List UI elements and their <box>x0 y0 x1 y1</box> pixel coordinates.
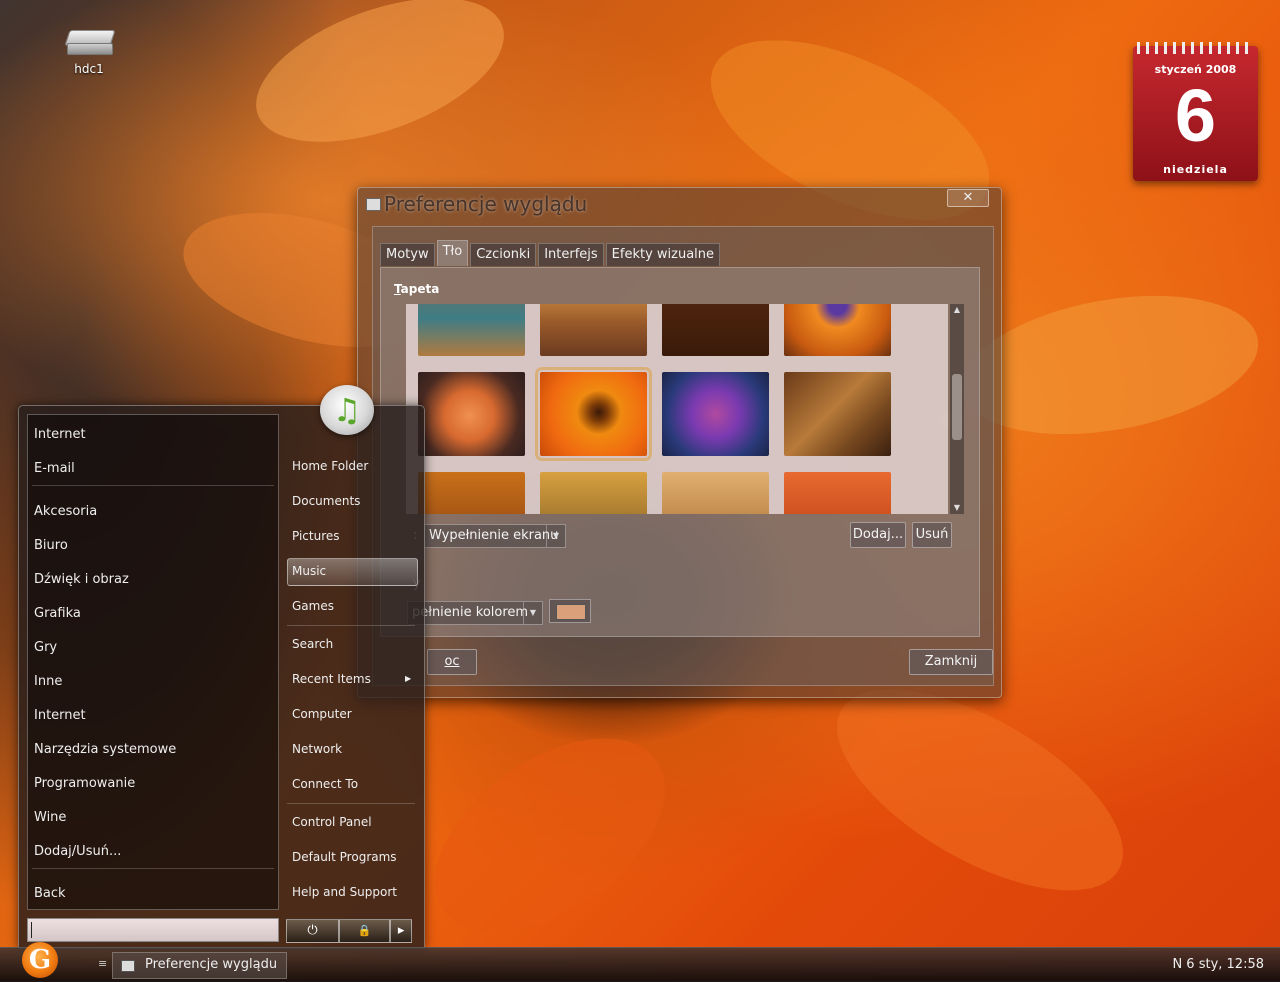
wallpaper-thumb[interactable] <box>540 472 647 514</box>
chevron-down-icon: ▼ <box>523 602 542 624</box>
menu-item-wine[interactable]: Wine <box>34 810 66 825</box>
window-title: Preferencje wyglądu <box>384 192 588 216</box>
window-icon <box>366 198 381 211</box>
taskbar: G ≡ Preferencje wyglądu N 6 sty, 12:58 <box>0 942 1280 982</box>
start-menu: Internet E-mail Akcesoria Biuro Dźwięk i… <box>18 405 425 949</box>
scrollbar-thumb[interactable] <box>952 374 962 440</box>
scroll-down-icon[interactable]: ▼ <box>950 502 964 514</box>
start-button-logo-icon[interactable]: G <box>22 942 58 978</box>
wallpaper-style-value: Wypełnienie ekranu <box>429 528 559 543</box>
submenu-arrow-icon: ▶ <box>405 674 412 683</box>
menu-item-system-tools[interactable]: Narzędzia systemowe <box>34 742 176 757</box>
place-help-support[interactable]: Help and Support <box>292 885 397 899</box>
menu-item-graphics[interactable]: Grafika <box>34 606 81 621</box>
add-wallpaper-button[interactable]: Dodaj... <box>850 522 906 548</box>
place-music[interactable]: Music <box>292 564 326 578</box>
color-fill-combo[interactable]: pełnienie kolorem ▼ <box>407 601 543 625</box>
menu-separator <box>32 485 274 486</box>
gallery-scrollbar[interactable]: ▲ ▼ <box>950 304 964 514</box>
taskbar-handle-icon[interactable]: ≡ <box>98 957 107 970</box>
window-close-button[interactable]: ✕ <box>947 189 989 207</box>
wallpaper-gallery[interactable] <box>406 304 948 514</box>
menu-separator <box>287 803 415 804</box>
color-picker-button[interactable] <box>549 599 591 623</box>
chevron-down-icon: ▼ <box>546 525 565 547</box>
taskbar-task-appearance[interactable]: Preferencje wyglądu <box>112 952 287 979</box>
harddisk-icon <box>64 30 116 56</box>
tab-theme[interactable]: Motyw <box>380 243 435 266</box>
wallpaper-thumb[interactable] <box>784 472 891 514</box>
wallpaper-thumb[interactable] <box>418 372 525 456</box>
menu-item-back[interactable]: Back <box>34 886 66 901</box>
place-connect-to[interactable]: Connect To <box>292 777 358 791</box>
tab-fonts[interactable]: Czcionki <box>470 243 537 266</box>
menu-item-games[interactable]: Gry <box>34 640 57 655</box>
window-titlebar[interactable]: Preferencje wyglądu ✕ <box>358 188 1001 222</box>
menu-item-sound-video[interactable]: Dźwięk i obraz <box>34 572 129 587</box>
wallpaper-thumb[interactable] <box>540 304 647 356</box>
menu-item-other[interactable]: Inne <box>34 674 62 689</box>
menu-item-accessories[interactable]: Akcesoria <box>34 504 97 519</box>
color-fill-value: pełnienie kolorem <box>412 605 529 620</box>
menu-separator <box>287 625 415 626</box>
tab-bar: Motyw Tło Czcionki Interfejs Efekty wizu… <box>380 240 722 266</box>
place-control-panel[interactable]: Control Panel <box>292 815 372 829</box>
start-search-input[interactable] <box>27 918 279 942</box>
help-button[interactable]: oc <box>427 649 477 675</box>
wallpaper-thumb[interactable] <box>418 304 525 356</box>
wallpaper-thumb[interactable] <box>662 472 769 514</box>
place-network[interactable]: Network <box>292 742 342 756</box>
taskbar-task-label: Preferencje wyglądu <box>145 957 278 972</box>
text-caret <box>31 922 32 938</box>
color-swatch <box>556 604 586 620</box>
place-default-programs[interactable]: Default Programs <box>292 850 397 864</box>
wallpaper-style-combo[interactable]: Wypełnienie ekranu ▼ <box>424 524 566 548</box>
wallpaper-section-label: Tapeta <box>394 282 440 296</box>
menu-item-email[interactable]: E-mail <box>34 461 75 476</box>
calendar-rings <box>1137 42 1254 54</box>
menu-item-office[interactable]: Biuro <box>34 538 68 553</box>
calendar-weekday: niedziela <box>1163 163 1228 176</box>
close-button[interactable]: Zamknij <box>909 649 993 675</box>
place-home-folder[interactable]: Home Folder <box>292 459 368 473</box>
remove-wallpaper-button[interactable]: Usuń <box>912 522 952 548</box>
power-button-group: ⏻ 🔒 ▸ <box>286 919 412 943</box>
desktop-icon-label: hdc1 <box>74 62 104 76</box>
start-menu-left-pane: Internet E-mail Akcesoria Biuro Dźwięk i… <box>27 414 279 910</box>
wallpaper-thumb[interactable] <box>662 372 769 456</box>
more-options-icon[interactable]: ▸ <box>390 919 412 943</box>
wallpaper-thumb[interactable] <box>784 304 891 356</box>
menu-item-internet-category[interactable]: Internet <box>34 708 86 723</box>
menu-separator <box>32 868 274 869</box>
tab-interface[interactable]: Interfejs <box>538 243 604 266</box>
window-body: Motyw Tło Czcionki Interfejs Efekty wizu… <box>372 226 994 686</box>
tab-background[interactable]: Tło <box>436 240 469 266</box>
place-computer[interactable]: Computer <box>292 707 352 721</box>
tab-visual-effects[interactable]: Efekty wizualne <box>605 243 721 266</box>
music-note-icon: ♫ <box>320 385 374 435</box>
wallpaper-thumb-selected[interactable] <box>535 367 652 461</box>
place-recent-items[interactable]: Recent Items <box>292 672 371 686</box>
place-games[interactable]: Games <box>292 599 334 613</box>
calendar-day: 6 <box>1174 74 1217 157</box>
lock-icon[interactable]: 🔒 <box>339 919 391 943</box>
wallpaper-thumb[interactable] <box>662 304 769 356</box>
place-search[interactable]: Search <box>292 637 333 651</box>
menu-item-programming[interactable]: Programowanie <box>34 776 135 791</box>
background-tab-panel: Tapeta ▲ ▼ : W <box>380 267 980 637</box>
window-icon <box>121 960 135 972</box>
power-icon[interactable]: ⏻ <box>286 919 340 943</box>
menu-item-add-remove[interactable]: Dodaj/Usuń... <box>34 844 121 859</box>
desktop-icon-hdc1[interactable]: hdc1 <box>60 30 118 76</box>
appearance-preferences-window: Preferencje wyglądu ✕ Motyw Tło Czcionki… <box>357 187 1002 698</box>
calendar-widget[interactable]: styczeń 2008 6 niedziela <box>1133 42 1258 181</box>
place-pictures[interactable]: Pictures <box>292 529 340 543</box>
wallpaper-thumb[interactable] <box>784 372 891 456</box>
tray-clock[interactable]: N 6 sty, 12:58 <box>1172 957 1264 972</box>
menu-item-internet[interactable]: Internet <box>34 427 86 442</box>
place-documents[interactable]: Documents <box>292 494 360 508</box>
wallpaper-thumb[interactable] <box>418 472 525 514</box>
scroll-up-icon[interactable]: ▲ <box>950 304 964 316</box>
